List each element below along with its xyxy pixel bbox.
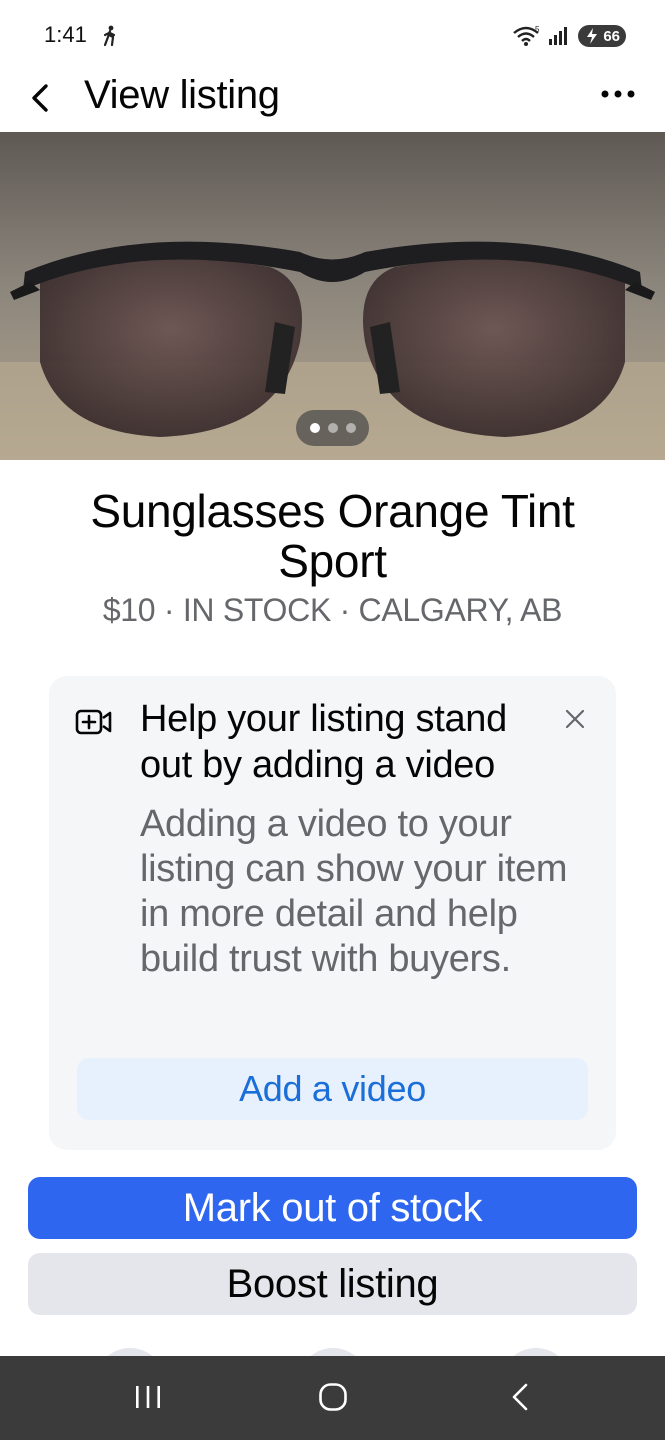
chevron-left-icon[interactable] [26,78,56,118]
signal-icon [549,27,567,45]
more-horizontal-icon[interactable] [598,84,638,104]
walking-icon [103,25,116,47]
page-title: View listing [84,73,280,117]
header: View listing [0,70,665,132]
pager-dot [345,423,356,433]
pager-dot-active [309,423,320,433]
pager-dot [327,423,338,433]
home-icon[interactable] [318,1382,348,1412]
mark-out-of-stock-button[interactable]: Mark out of stock [28,1177,637,1239]
status-time: 1:41 [44,22,87,47]
battery-level: 66 [603,27,620,45]
video-promo-card: Help your listing stand out by adding a … [49,676,616,1150]
listing-title: Sunglasses Orange Tint Sport [90,485,575,587]
svg-text:5: 5 [535,25,540,34]
charging-bolt-icon [587,28,597,44]
video-add-icon [75,709,112,735]
wifi-icon: 5 [513,25,540,46]
promo-heading: Help your listing stand out by adding a … [140,698,507,786]
photo-pager[interactable] [296,410,369,446]
boost-listing-button[interactable]: Boost listing [28,1253,637,1315]
close-icon[interactable] [564,708,586,730]
recents-icon[interactable] [134,1384,162,1410]
status-bar: 1:41 5 66 [0,0,665,70]
battery-icon: 66 [578,25,626,47]
listing-meta: $10 · IN STOCK · CALGARY, AB [102,592,563,628]
system-nav-bar [0,1356,665,1440]
add-video-button[interactable]: Add a video [77,1058,588,1120]
back-icon[interactable] [510,1382,530,1412]
listing-photo[interactable] [0,132,665,460]
promo-body: Adding a video to your listing can show … [140,803,568,980]
